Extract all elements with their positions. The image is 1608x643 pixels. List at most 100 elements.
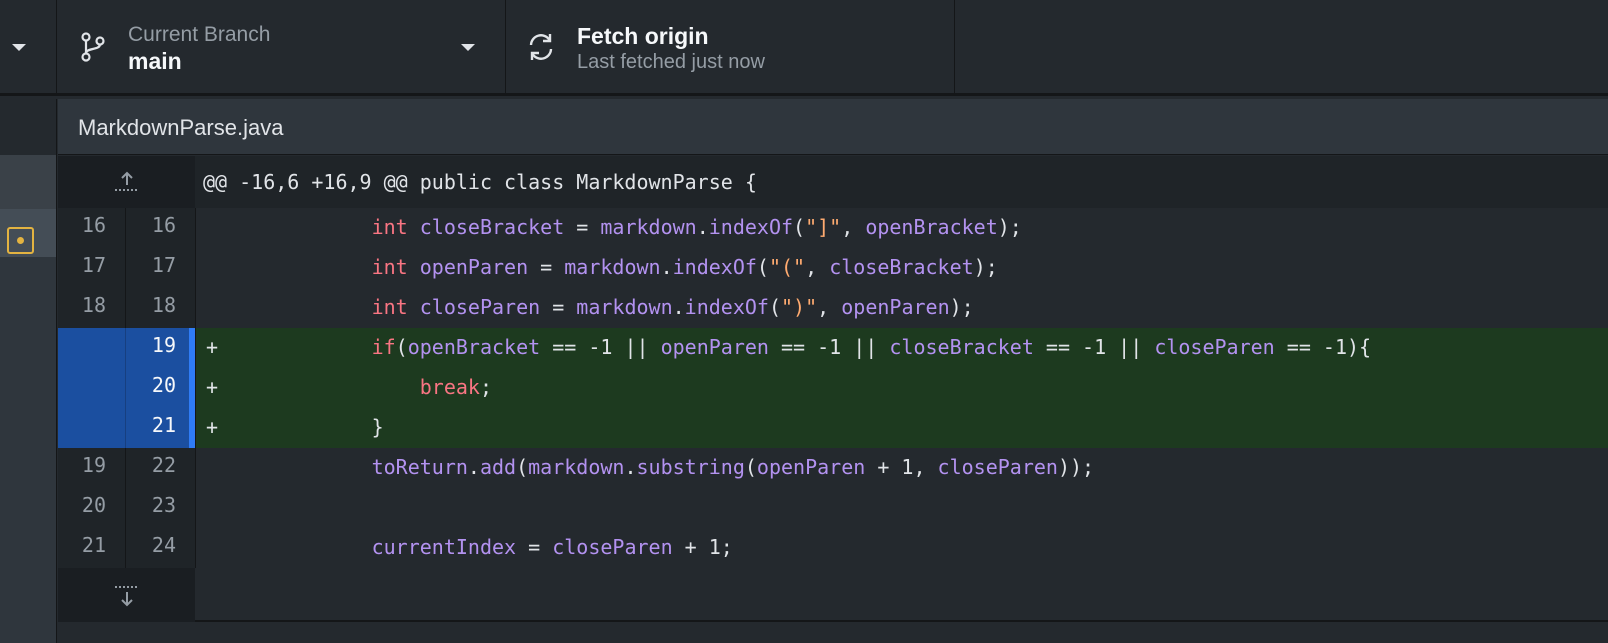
- chevron-down-icon: [12, 44, 26, 51]
- code-token: (: [793, 215, 806, 239]
- code-token: indexOf: [708, 215, 794, 239]
- branch-label: Current Branch: [128, 23, 271, 46]
- fetch-title: Fetch origin: [577, 23, 709, 49]
- branch-name: main: [128, 48, 182, 74]
- code-token: markdown: [528, 455, 625, 479]
- diff-line-context[interactable]: 19 22 toReturn.add(markdown.substring(ope…: [58, 448, 1608, 488]
- code-token: toReturn: [371, 455, 468, 479]
- code-token: closeParen: [937, 455, 1058, 479]
- gutter-border: [195, 208, 196, 248]
- code-token: =: [564, 215, 601, 239]
- code-token: );: [997, 215, 1022, 239]
- code-token: (: [516, 455, 529, 479]
- code-token: (: [768, 295, 782, 319]
- code-text: int openParen = markdown.indexOf("(", cl…: [203, 248, 998, 288]
- code-token: (: [756, 255, 769, 279]
- expand-up-icon[interactable]: [114, 170, 140, 194]
- code-token: "(": [768, 255, 806, 279]
- fetch-origin-button[interactable]: Fetch origin Last fetched just now: [507, 0, 955, 96]
- git-branch-icon: [81, 32, 105, 62]
- toolbar: Current Branch main Fetch origin Last fe…: [0, 0, 1608, 96]
- file-modified-icon: [7, 227, 34, 254]
- diff-file-header: MarkdownParse.java: [58, 99, 1608, 155]
- code-token: int: [371, 255, 408, 279]
- diff-line-context[interactable]: 20 23: [58, 488, 1608, 528]
- code-token: =: [528, 255, 565, 279]
- gutter-border: [195, 368, 196, 408]
- code-token: == -1){: [1274, 335, 1372, 359]
- code-token: + 1;: [672, 535, 733, 559]
- code-token: closeParen: [1154, 335, 1275, 359]
- code-token: == -1 ||: [768, 335, 890, 359]
- code-token: closeBracket: [829, 255, 974, 279]
- new-line-number: 16: [151, 213, 176, 237]
- diff-line-context[interactable]: 16 16 int closeBracket = markdown.indexOf…: [58, 208, 1608, 248]
- code-token: ,: [805, 255, 830, 279]
- diff-line-added[interactable]: 19 + if(openBracket == -1 || openParen ==…: [58, 328, 1608, 368]
- diff-view: @@ -16,6 +16,9 @@ public class MarkdownP…: [58, 156, 1608, 643]
- code-token: );: [973, 255, 998, 279]
- hunk-header-text: @@ -16,6 +16,9 @@ public class MarkdownP…: [203, 170, 757, 194]
- gutter-border: [195, 288, 196, 328]
- old-line-number: 21: [81, 533, 106, 557]
- repository-dropdown[interactable]: [0, 0, 57, 96]
- new-line-number: 24: [151, 533, 176, 557]
- code-token: openParen: [419, 255, 529, 279]
- new-line-number: 19: [151, 333, 176, 357]
- diff-line-context[interactable]: 17 17 int openParen = markdown.indexOf("(…: [58, 248, 1608, 288]
- code-token: ")": [781, 295, 818, 319]
- new-line-number: 20: [151, 373, 176, 397]
- line-selected-marker: [189, 368, 195, 408]
- diff-line-added[interactable]: 21 + }: [58, 408, 1608, 448]
- new-line-number: 17: [151, 253, 176, 277]
- diff-line-context[interactable]: 18 18 int closeParen = markdown.indexOf("…: [58, 288, 1608, 328]
- diff-bottom-border: [195, 620, 1608, 622]
- code-token: indexOf: [684, 295, 769, 319]
- expand-down-icon[interactable]: [114, 584, 140, 608]
- sync-icon: [529, 34, 553, 60]
- new-line-number: 22: [151, 453, 176, 477]
- new-line-number: 21: [151, 413, 176, 437]
- fetch-status: Last fetched just now: [577, 51, 765, 73]
- code-token: "]": [805, 215, 842, 239]
- new-line-number: 23: [151, 493, 176, 517]
- code-text: currentIndex = closeParen + 1;: [203, 528, 733, 568]
- file-name: MarkdownParse.java: [78, 115, 284, 140]
- code-token: =: [516, 535, 553, 559]
- diff-line-added[interactable]: 20 + break;: [58, 368, 1608, 408]
- code-token: + 1,: [865, 455, 938, 479]
- new-line-number: 18: [151, 293, 176, 317]
- code-token: ,: [841, 215, 866, 239]
- old-line-number: [58, 408, 106, 448]
- line-selected-marker: [189, 408, 195, 448]
- code-token: ,: [817, 295, 842, 319]
- line-selected-marker: [189, 328, 195, 368]
- code-token: .: [624, 455, 637, 479]
- code-token: openBracket: [407, 335, 541, 359]
- gutter-border: [195, 248, 196, 288]
- code-token: ;: [479, 375, 493, 399]
- code-token: markdown: [600, 215, 697, 239]
- code-text: int closeParen = markdown.indexOf(")", o…: [203, 288, 974, 328]
- code-token: openParen: [756, 455, 866, 479]
- current-branch-button[interactable]: Current Branch main: [58, 0, 506, 96]
- code-token: .: [672, 295, 685, 319]
- code-token: markdown: [564, 255, 661, 279]
- code-text: toReturn.add(markdown.substring(openPare…: [203, 448, 1095, 488]
- old-line-number: [58, 368, 106, 408]
- changes-list-empty: [0, 257, 56, 643]
- code-token: substring: [636, 455, 745, 479]
- gutter-border: [195, 328, 196, 368]
- gutter-border: [195, 448, 196, 488]
- diff-line-context[interactable]: 21 24 currentIndex = closeParen + 1;: [58, 528, 1608, 568]
- code-text: [203, 488, 227, 528]
- code-token: indexOf: [672, 255, 757, 279]
